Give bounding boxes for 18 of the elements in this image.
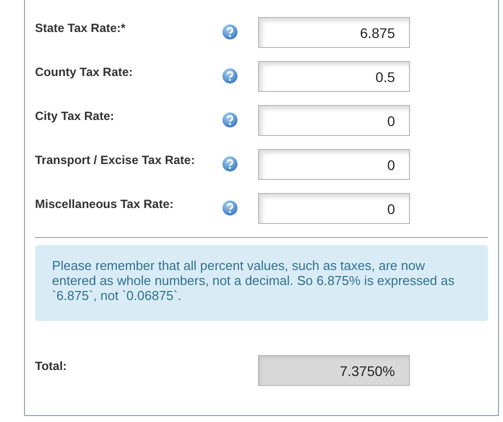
tax-rate-field[interactable]: 0 bbox=[258, 193, 410, 224]
field-label: State Tax Rate:* bbox=[35, 20, 126, 35]
tax-rate-field[interactable]: 0.5 bbox=[258, 61, 410, 92]
help-icon[interactable] bbox=[222, 68, 238, 84]
tax-rate-field[interactable]: 0 bbox=[258, 105, 410, 136]
total-field: 7.3750% bbox=[258, 355, 410, 386]
help-icon[interactable] bbox=[222, 156, 238, 172]
help-icon[interactable] bbox=[222, 112, 238, 128]
help-icon[interactable] bbox=[222, 24, 238, 40]
info-notice: Please remember that all percent values, such as taxes, are now entered as whole numbers, not a decimal. So 6.875% is expressed as `6.875`, not `0.06875`. bbox=[35, 245, 488, 321]
tax-rate-field[interactable]: 0 bbox=[258, 149, 410, 180]
field-label: Transport / Excise Tax Rate: bbox=[35, 152, 196, 167]
field-label: Miscellaneous Tax Rate: bbox=[35, 196, 174, 211]
field-label: City Tax Rate: bbox=[35, 108, 116, 123]
total-label: Total: bbox=[35, 358, 68, 373]
field-label: County Tax Rate: bbox=[35, 64, 134, 79]
help-icon[interactable] bbox=[222, 200, 238, 216]
tax-rate-field[interactable]: 6.875 bbox=[258, 17, 410, 48]
